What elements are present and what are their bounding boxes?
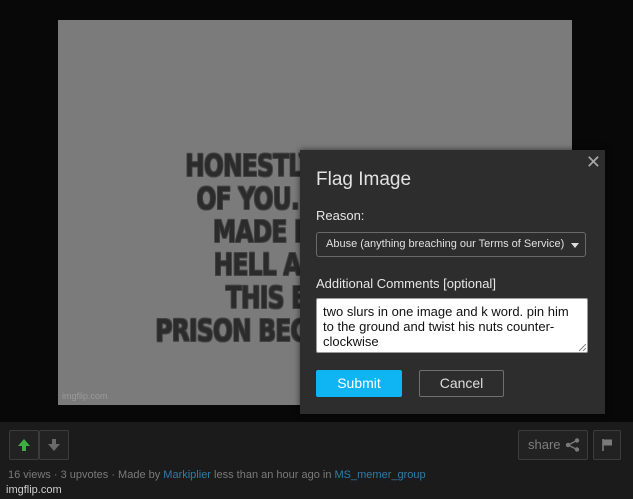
upvote-button[interactable] [9,430,39,460]
image-watermark: imgflip.com [62,391,108,401]
image-action-bar: share 16 views · 3 upvotes · Made by Mar… [0,422,633,499]
arrow-down-icon [48,439,60,451]
chevron-down-icon [571,243,579,248]
reason-selected-value: Abuse (anything breaching our Terms of S… [326,238,565,250]
image-meta: 16 views · 3 upvotes · Made by Markiplie… [8,469,426,481]
reason-label: Reason: [316,208,365,223]
author-link[interactable]: Markiplier [163,469,211,481]
flag-image-dialog: ✕ Flag Image Reason: Abuse (anything bre… [300,150,605,414]
stream-link[interactable]: MS_memer_group [335,469,426,481]
cancel-button[interactable]: Cancel [419,370,504,397]
comments-textarea[interactable]: two slurs in one image and k word. pin h… [316,298,588,353]
submit-button[interactable]: Submit [316,370,402,397]
flag-button[interactable] [593,430,621,460]
dialog-title: Flag Image [316,169,412,190]
flag-icon [602,439,612,451]
share-button[interactable]: share [518,430,588,460]
comments-label: Additional Comments [optional] [316,276,496,291]
share-icon [565,438,580,452]
meta-time: less than an hour ago in [210,469,335,481]
downvote-button[interactable] [39,430,69,460]
arrow-up-icon [18,439,30,451]
comments-value: two slurs in one image and k word. pin h… [323,304,569,349]
share-label: share [528,437,561,452]
reason-select[interactable]: Abuse (anything breaching our Terms of S… [316,232,586,257]
meta-stats: 16 views · 3 upvotes · Made by [8,469,164,481]
close-icon[interactable]: ✕ [586,152,601,172]
footer-watermark: imgflip.com [6,484,62,496]
resize-handle-icon[interactable] [579,344,586,351]
